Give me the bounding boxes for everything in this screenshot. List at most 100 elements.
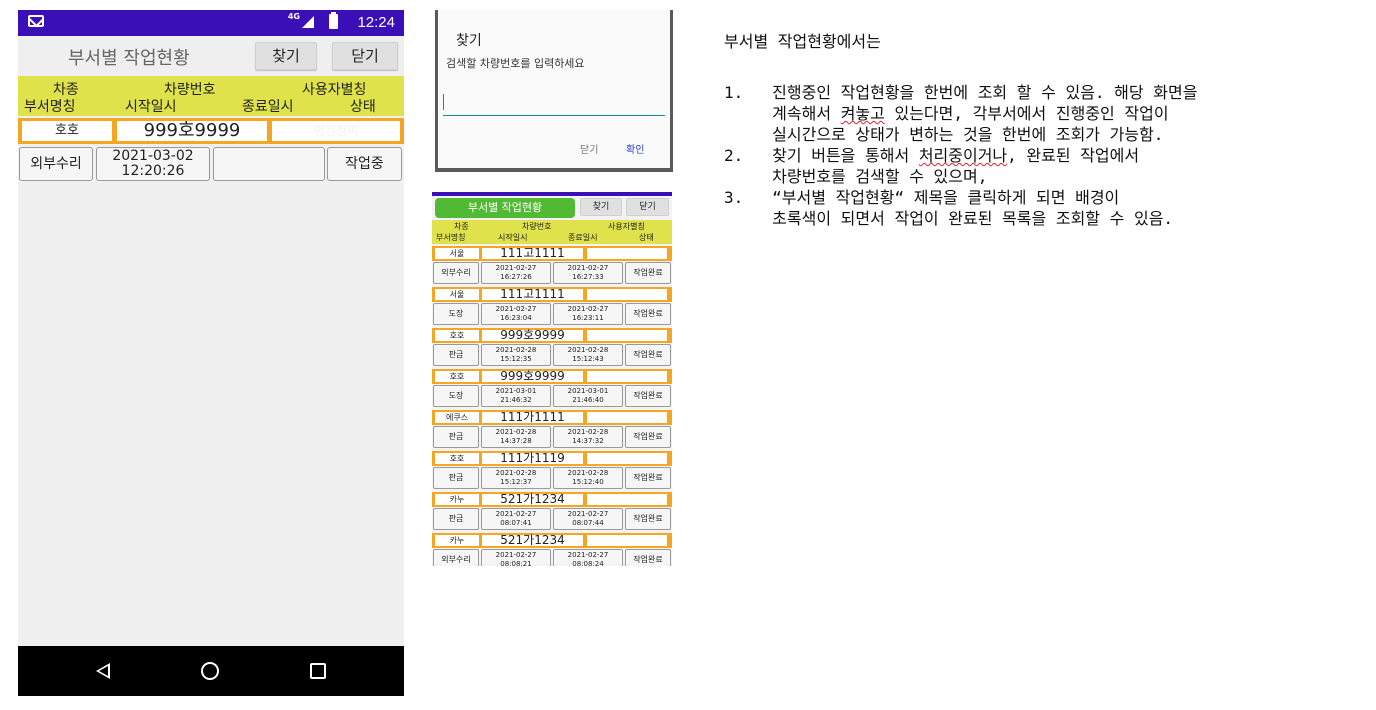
record-department: 외부수리 <box>19 147 93 181</box>
list-item-start-time: 2021-03-01 21:46:32 <box>481 385 551 407</box>
back-icon[interactable] <box>96 663 110 679</box>
list-item-status: 작업완료 <box>625 385 671 407</box>
list-item-alias <box>587 412 667 423</box>
list-item-top-row[interactable]: 호호 999호9999 <box>432 328 672 343</box>
list-item-top-row[interactable]: 호호 111가1119 <box>432 451 672 466</box>
list-item-bottom-row[interactable]: 판금 2021-02-28 15:12:37 2021-02-28 15:12:40… <box>432 466 672 490</box>
phone-screen: 4G 12:24 부서별 작업현황 찾기 닫기 차종 차량번호 사용자별칭 부서… <box>18 10 404 696</box>
record-status: 작업중 <box>327 147 402 181</box>
list-item-end-time: 2021-03-01 21:46:40 <box>553 385 623 407</box>
list-item-top-row[interactable]: 서울 111고1111 <box>432 287 672 302</box>
dialog-message: 검색할 차량번호를 입력하세요 <box>446 57 585 70</box>
list-item-end-time: 2021-02-28 15:12:40 <box>553 467 623 489</box>
point-3-line-2: 초록색이 되면서 작업이 완료된 목록을 조회할 수 있음. <box>724 209 1174 228</box>
header-start: 시작일시 <box>125 99 177 115</box>
list-item-plate: 111가1111 <box>482 411 583 423</box>
list-item-alias <box>587 330 667 341</box>
list-item-department: 도장 <box>433 303 479 325</box>
dialog-title: 찾기 <box>456 33 482 49</box>
app-title-row: 부서별 작업현황 찾기 닫기 <box>18 36 404 76</box>
list-item-end-time: 2021-02-27 08:08:24 <box>553 549 623 566</box>
list-item-plate: 111고1111 <box>482 247 583 259</box>
plate-search-input[interactable] <box>443 94 665 116</box>
list-item-start-time: 2021-02-27 16:23:04 <box>481 303 551 325</box>
list-header-alias: 사용자별칭 <box>608 222 645 231</box>
list-header-plate: 차량번호 <box>522 222 552 231</box>
list-item-car-type: 호호 <box>435 371 479 382</box>
list-item-top-row[interactable]: 에쿠스 111가1111 <box>432 410 672 425</box>
list-item-top-row[interactable]: 카누 521가1234 <box>432 533 672 548</box>
mail-icon <box>28 15 44 27</box>
list-item-start-time: 2021-02-28 15:12:35 <box>481 344 551 366</box>
list-header-status: 상태 <box>639 233 654 242</box>
dialog-ok-button[interactable]: 확인 <box>626 141 644 156</box>
battery-icon <box>329 12 338 29</box>
list-item-car-type: 호호 <box>435 453 479 464</box>
list-item-department: 판금 <box>433 467 479 489</box>
list-item-end-time: 2021-02-27 16:23:11 <box>553 303 623 325</box>
list-item-start-time: 2021-02-27 16:27:26 <box>481 262 551 284</box>
list-item-alias <box>587 494 667 505</box>
close-button[interactable]: 닫기 <box>332 42 398 70</box>
list-item-top-row[interactable]: 호호 999호9999 <box>432 369 672 384</box>
point-2-line-1-c: , 완료된 작업에서 <box>1007 146 1140 165</box>
navigation-bar <box>18 646 404 696</box>
recent-apps-icon[interactable] <box>310 663 326 679</box>
list-item-plate: 111고1111 <box>482 288 583 300</box>
page-title[interactable]: 부서별 작업현황 <box>68 44 190 70</box>
completed-list-screenshot: 부서별 작업현황 찾기 닫기 차종 차량번호 사용자별칭 부서명칭 시작일시 종… <box>432 192 672 566</box>
list-item-bottom-row[interactable]: 도장 2021-03-01 21:46:32 2021-03-01 21:46:40… <box>432 384 672 408</box>
record-end-time <box>213 147 325 181</box>
list-item-car-type: 카누 <box>435 535 479 546</box>
list-item-status: 작업완료 <box>625 303 671 325</box>
list-item-bottom-row[interactable]: 외부수리 2021-02-27 16:27:26 2021-02-27 16:27:… <box>432 261 672 285</box>
list-item-plate: 999호9999 <box>482 329 583 341</box>
list-item-alias <box>587 371 667 382</box>
list-close-button[interactable]: 닫기 <box>626 198 669 216</box>
list-item-start-time: 2021-02-28 14:37:28 <box>481 426 551 448</box>
list-item-car-type: 호호 <box>435 330 479 341</box>
list-header-end: 종료일시 <box>568 233 598 242</box>
list-item-bottom-row[interactable]: 외부수리 2021-02-27 08:08:21 2021-02-27 08:08:… <box>432 548 672 566</box>
list-item-bottom-row[interactable]: 판금 2021-02-27 08:07:41 2021-02-27 08:07:44… <box>432 507 672 531</box>
list-item-bottom-row[interactable]: 판금 2021-02-28 15:12:35 2021-02-28 15:12:43… <box>432 343 672 367</box>
list-item-status: 작업완료 <box>625 344 671 366</box>
record-top-row[interactable]: 호호 999호9999 안전정비 <box>18 118 404 144</box>
find-button[interactable]: 찾기 <box>255 42 317 70</box>
list-item-status: 작업완료 <box>625 508 671 530</box>
network-type: 4G <box>287 12 300 21</box>
list-item-plate: 521가1234 <box>482 534 583 546</box>
list-item-start-time: 2021-02-27 08:08:21 <box>481 549 551 566</box>
dialog-close-button[interactable]: 닫기 <box>580 141 598 156</box>
list-title[interactable]: 부서별 작업현황 <box>435 198 575 218</box>
list-item-status: 작업완료 <box>625 262 671 284</box>
list-item-top-row[interactable]: 서울 111고1111 <box>432 246 672 261</box>
list-item-department: 판금 <box>433 344 479 366</box>
header-department: 부서명칭 <box>24 99 76 115</box>
list-item-end-time: 2021-02-28 14:37:32 <box>553 426 623 448</box>
header-end: 종료일시 <box>242 99 294 115</box>
header-status: 상태 <box>350 99 376 115</box>
list-item-status: 작업완료 <box>625 426 671 448</box>
list-item-alias <box>587 535 667 546</box>
list-find-button[interactable]: 찾기 <box>580 198 622 216</box>
list-item-department: 도장 <box>433 385 479 407</box>
list-header-department: 부서명칭 <box>436 233 466 242</box>
list-item-status: 작업완료 <box>625 549 671 566</box>
list-item-status: 작업완료 <box>625 467 671 489</box>
home-icon[interactable] <box>201 662 219 680</box>
list-item-end-time: 2021-02-27 16:27:33 <box>553 262 623 284</box>
description-heading: 부서별 작업현황에서는 <box>724 32 881 51</box>
status-time: 12:24 <box>357 14 395 31</box>
list-header-start: 시작일시 <box>498 233 528 242</box>
record-bottom-row[interactable]: 외부수리 2021-03-02 12:20:26 작업중 <box>18 146 404 182</box>
list-item-car-type: 서울 <box>435 248 479 259</box>
list-item-department: 외부수리 <box>433 549 479 566</box>
list-item-department: 판금 <box>433 508 479 530</box>
list-header-car-type: 차종 <box>454 222 469 231</box>
list-item-end-time: 2021-02-27 08:07:44 <box>553 508 623 530</box>
list-item-bottom-row[interactable]: 판금 2021-02-28 14:37:28 2021-02-28 14:37:32… <box>432 425 672 449</box>
list-item-top-row[interactable]: 카누 521가1234 <box>432 492 672 507</box>
list-item-bottom-row[interactable]: 도장 2021-02-27 16:23:04 2021-02-27 16:23:11… <box>432 302 672 326</box>
record-alias: 안전정비 <box>272 121 400 141</box>
